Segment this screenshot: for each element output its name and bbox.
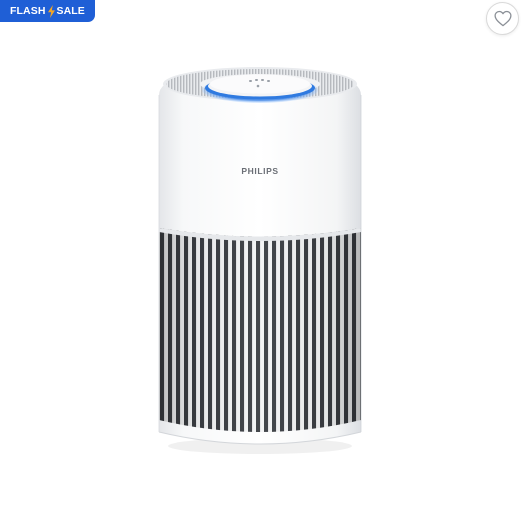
lightning-bolt-icon bbox=[47, 4, 55, 18]
product-image[interactable] bbox=[0, 0, 521, 521]
product-card[interactable]: PHILIPS FLASH SALE bbox=[0, 0, 521, 521]
wishlist-button[interactable] bbox=[486, 2, 519, 35]
flash-label: FLASH bbox=[10, 5, 46, 17]
heart-outline-icon bbox=[493, 10, 512, 27]
flash-sale-badge: FLASH SALE bbox=[0, 0, 95, 22]
sale-label: SALE bbox=[56, 5, 85, 17]
brand-label: PHILIPS bbox=[241, 166, 279, 176]
